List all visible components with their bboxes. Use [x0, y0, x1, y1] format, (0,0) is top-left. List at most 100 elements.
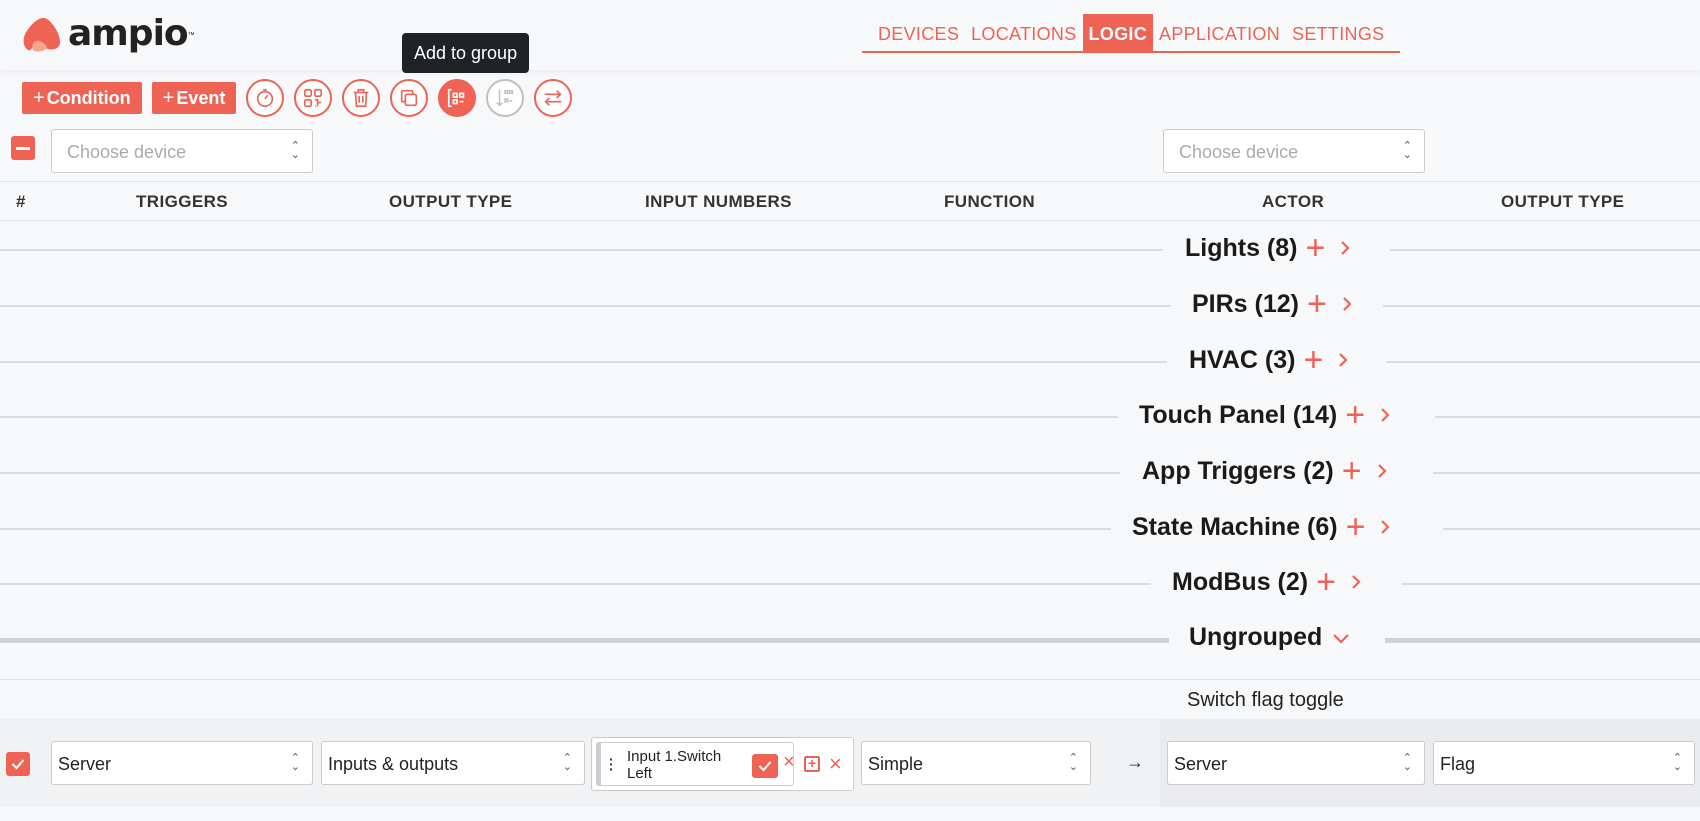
select-arrows-icon: ⌃ ⌄ — [290, 140, 300, 161]
group-hvac[interactable]: HVAC (3) + — [0, 341, 1700, 381]
add-event-button[interactable]: + Event — [151, 82, 237, 114]
group-title: Touch Panel (14) + — [1139, 398, 1391, 432]
logo-trademark: ™ — [187, 32, 195, 39]
trigger-device-select[interactable]: Choose device ⌃ ⌄ — [51, 129, 313, 173]
chevron-right-icon[interactable] — [1341, 296, 1353, 312]
group-touch-panel[interactable]: Touch Panel (14) + — [0, 396, 1700, 436]
delete-button[interactable] — [342, 79, 381, 117]
minus-icon — [16, 146, 30, 150]
check-icon — [758, 761, 772, 772]
group-pirs[interactable]: PIRs (12) + — [0, 285, 1700, 325]
group-divider — [0, 528, 1111, 530]
trash-icon — [354, 88, 369, 108]
drag-handle-icon[interactable]: · · · — [609, 752, 614, 776]
add-condition-button[interactable]: + Condition — [22, 82, 142, 114]
chevron-right-icon[interactable] — [1350, 574, 1362, 590]
chevron-right-icon[interactable] — [1376, 463, 1388, 479]
logic-toolbar: + Condition + Event — [22, 78, 582, 118]
collapse-all-checkbox[interactable] — [11, 136, 35, 160]
actor-select[interactable]: Server ⌃ ⌄ — [1167, 741, 1425, 785]
add-to-group-button[interactable] — [438, 79, 477, 117]
add-to-group-icon — [448, 88, 465, 108]
plus-icon: + — [33, 86, 45, 109]
add-to-group-plus-icon[interactable]: + — [1345, 398, 1365, 432]
nav-settings[interactable]: SETTINGS — [1286, 14, 1390, 51]
main-nav: DEVICES LOCATIONS LOGIC APPLICATION SETT… — [862, 14, 1401, 53]
plus-icon: + — [162, 86, 175, 109]
group-divider — [0, 361, 1167, 363]
row-checkbox[interactable] — [6, 752, 30, 776]
function-value: Simple — [868, 754, 924, 774]
add-input-icon[interactable]: + — [804, 756, 820, 772]
actor-output-type-select[interactable]: Flag ⌃ ⌄ — [1433, 741, 1695, 785]
sort-icon — [496, 89, 514, 107]
group-divider — [0, 416, 1118, 418]
group-divider — [1390, 249, 1700, 251]
group-label: Touch Panel (14) — [1139, 400, 1338, 429]
trigger-device-placeholder: Choose device — [67, 142, 187, 162]
chevron-right-icon[interactable] — [1379, 407, 1391, 423]
group-state-machine[interactable]: State Machine (6) + — [0, 508, 1700, 548]
swap-icon — [544, 90, 562, 106]
tooltip-add-to-group: Add to group — [402, 33, 530, 73]
group-label: Lights (8) — [1185, 233, 1298, 262]
chevron-right-icon[interactable] — [1379, 519, 1391, 535]
group-label: App Triggers (2) — [1142, 456, 1334, 485]
select-arrows-icon: ⌃ ⌄ — [1402, 752, 1412, 773]
input-chip[interactable]: · · · Input 1.Switch Left × — [596, 742, 795, 786]
timer-button[interactable] — [246, 79, 285, 117]
select-arrows-icon: ⌃ ⌄ — [1402, 140, 1412, 161]
add-to-group-plus-icon[interactable]: + — [1307, 287, 1327, 321]
group-divider — [1433, 472, 1700, 474]
add-to-group-plus-icon[interactable]: + — [1306, 231, 1326, 265]
header-input-numbers: INPUT NUMBERS — [645, 192, 792, 211]
actor-value: Server — [1174, 754, 1228, 774]
add-to-group-plus-icon[interactable]: + — [1316, 565, 1336, 599]
trigger-select[interactable]: Server ⌃ ⌄ — [51, 741, 313, 785]
timer-icon — [257, 88, 274, 108]
copy-icon — [401, 89, 418, 107]
group-title: ModBus (2) + — [1172, 565, 1362, 599]
group-lights[interactable]: Lights (8) + — [0, 229, 1700, 269]
ampio-logo[interactable]: ampio ™ — [20, 13, 195, 54]
ampio-logo-icon — [23, 17, 60, 52]
group-title: HVAC (3) + — [1189, 343, 1349, 377]
select-arrows-icon: ⌃ ⌄ — [290, 752, 300, 773]
nav-locations[interactable]: LOCATIONS — [965, 14, 1082, 51]
qr-code-button[interactable] — [294, 79, 333, 117]
top-header: ampio ™ DEVICES LOCATIONS LOGIC APPLICAT… — [0, 0, 1700, 70]
group-app-triggers[interactable]: App Triggers (2) + — [0, 452, 1700, 492]
add-to-group-plus-icon[interactable]: + — [1346, 510, 1366, 544]
add-to-group-plus-icon[interactable]: + — [1342, 454, 1362, 488]
header-output-type: OUTPUT TYPE — [389, 192, 513, 211]
chevron-right-icon[interactable] — [1339, 240, 1351, 256]
trigger-value: Server — [58, 754, 112, 774]
group-ungrouped[interactable]: Ungrouped — [0, 619, 1700, 659]
function-select[interactable]: Simple ⌃ ⌄ — [861, 741, 1091, 785]
header-triggers: TRIGGERS — [136, 192, 228, 211]
chip-confirm-button[interactable] — [752, 754, 778, 778]
group-divider — [1435, 416, 1700, 418]
swap-button[interactable] — [534, 79, 573, 117]
group-label: HVAC (3) — [1189, 345, 1296, 374]
nav-devices[interactable]: DEVICES — [872, 14, 965, 51]
group-divider — [0, 472, 1120, 474]
group-title: State Machine (6) + — [1132, 510, 1391, 544]
add-to-group-plus-icon[interactable]: + — [1303, 343, 1323, 377]
input-numbers-field[interactable]: · · · Input 1.Switch Left × + × — [591, 737, 854, 791]
group-modbus[interactable]: ModBus (2) + — [0, 563, 1700, 603]
select-arrows-icon: ⌃ ⌄ — [562, 752, 572, 773]
actor-device-select[interactable]: Choose device ⌃ ⌄ — [1163, 129, 1425, 173]
nav-application[interactable]: APPLICATION — [1153, 14, 1286, 51]
chevron-right-icon[interactable] — [1337, 352, 1349, 368]
chip-remove-icon[interactable]: × — [783, 751, 795, 774]
nav-logic[interactable]: LOGIC — [1082, 14, 1154, 51]
group-title: Lights (8) + — [1185, 231, 1351, 265]
table-row: Server ⌃ ⌄ Inputs & outputs ⌃ ⌄ · · · Input … — [0, 719, 1700, 807]
clear-inputs-icon[interactable]: × — [829, 751, 842, 777]
chevron-down-icon[interactable] — [1332, 632, 1350, 644]
sort-button[interactable] — [486, 79, 525, 117]
qr-code-icon — [304, 88, 323, 108]
copy-button[interactable] — [390, 79, 429, 117]
output-type-select[interactable]: Inputs & outputs ⌃ ⌄ — [321, 741, 585, 785]
